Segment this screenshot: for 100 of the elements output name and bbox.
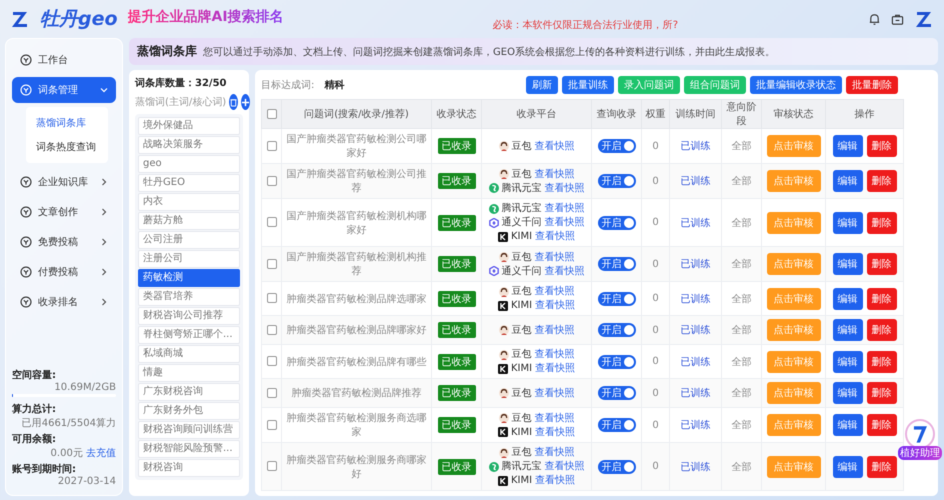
edit-button[interactable]: 编辑 xyxy=(832,170,862,192)
word-item[interactable]: 境外保健品 xyxy=(138,117,240,135)
briefcase-icon[interactable] xyxy=(891,12,904,26)
delete-button[interactable]: 删除 xyxy=(866,253,896,275)
word-item[interactable]: 蘑菇方舱 xyxy=(138,212,240,230)
word-item[interactable]: 情趣 xyxy=(138,364,240,382)
row-checkbox[interactable] xyxy=(266,258,276,269)
snapshot-link[interactable]: 查看快照 xyxy=(544,460,584,473)
add-button[interactable] xyxy=(241,94,250,110)
word-item[interactable]: 广东财税咨询 xyxy=(138,383,240,401)
delete-button[interactable]: 删除 xyxy=(866,456,896,478)
training-status: 已训练 xyxy=(680,218,710,228)
word-item[interactable]: 战略决策服务 xyxy=(138,136,240,154)
word-item[interactable]: geo xyxy=(138,155,240,173)
query-toggle[interactable]: 开启 xyxy=(598,216,636,230)
assistant-badge[interactable]: 植好助理 xyxy=(898,446,942,460)
delete-button[interactable]: 删除 xyxy=(866,319,896,341)
query-toggle[interactable]: 开启 xyxy=(598,292,636,306)
edit-button[interactable]: 编辑 xyxy=(832,382,862,404)
toolbar-button[interactable]: 批量编辑收录状态 xyxy=(750,76,842,94)
recharge-link[interactable]: 去充值 xyxy=(86,448,116,459)
snapshot-link[interactable]: 查看快照 xyxy=(544,202,584,215)
query-toggle[interactable]: 开启 xyxy=(598,174,636,188)
nav-item[interactable]: 词条管理 xyxy=(12,77,116,103)
snapshot-link[interactable]: 查看快照 xyxy=(535,299,576,312)
edit-button[interactable]: 编辑 xyxy=(832,288,862,310)
nav-item[interactable]: 文章创作 xyxy=(12,199,116,225)
row-checkbox[interactable] xyxy=(266,420,276,430)
submenu-item[interactable]: 蒸馏词条库 xyxy=(26,111,108,135)
submenu-item[interactable]: 词条热度查询 xyxy=(26,135,108,159)
snapshot-link[interactable]: 查看快照 xyxy=(534,348,574,361)
snapshot-link[interactable]: 查看快照 xyxy=(534,168,574,180)
edit-button[interactable]: 编辑 xyxy=(832,135,862,157)
query-toggle[interactable]: 开启 xyxy=(598,418,636,432)
word-item[interactable]: 类器官培养 xyxy=(138,288,240,306)
nav-item[interactable]: 免费投稿 xyxy=(12,229,116,255)
delete-button[interactable]: 删除 xyxy=(866,382,896,404)
delete-button[interactable] xyxy=(229,94,238,110)
snapshot-link[interactable]: 查看快照 xyxy=(534,446,574,459)
snapshot-link[interactable]: 查看快照 xyxy=(534,412,574,424)
row-checkbox[interactable] xyxy=(266,461,276,472)
word-item[interactable]: 公司注册 xyxy=(138,231,240,249)
query-toggle[interactable]: 开启 xyxy=(598,257,636,271)
delete-button[interactable]: 删除 xyxy=(866,135,896,157)
word-item[interactable]: 财税咨询公司推荐 xyxy=(138,307,240,325)
toolbar-button[interactable]: 批量训练 xyxy=(562,76,614,94)
word-item[interactable]: 脊柱侧弯矫正哪个... xyxy=(138,326,240,344)
row-checkbox[interactable] xyxy=(266,356,276,366)
nav-item[interactable]: 付费投稿 xyxy=(12,259,116,285)
word-item[interactable]: 财税咨询顾问训练营 xyxy=(138,421,240,439)
edit-button[interactable]: 编辑 xyxy=(832,456,862,478)
row-checkbox[interactable] xyxy=(266,293,276,304)
word-item[interactable]: 牡丹GEO xyxy=(138,174,240,192)
word-item[interactable]: 注册公司 xyxy=(138,250,240,268)
row-checkbox[interactable] xyxy=(266,388,276,398)
word-item[interactable]: 财税智能风险预警... xyxy=(138,440,240,458)
snapshot-link[interactable]: 查看快照 xyxy=(535,362,576,375)
snapshot-link[interactable]: 查看快照 xyxy=(544,264,584,278)
snapshot-link[interactable]: 查看快照 xyxy=(535,474,576,487)
delete-button[interactable]: 删除 xyxy=(866,414,896,436)
edit-button[interactable]: 编辑 xyxy=(832,350,862,372)
select-all-checkbox[interactable] xyxy=(266,108,276,119)
row-checkbox[interactable] xyxy=(266,217,276,228)
word-item[interactable]: 财税咨询 xyxy=(138,459,240,477)
snapshot-link[interactable]: 查看快照 xyxy=(534,386,574,400)
word-item[interactable]: 内衣 xyxy=(138,193,240,211)
word-item[interactable]: 私域商城 xyxy=(138,345,240,363)
delete-button[interactable]: 删除 xyxy=(866,350,896,372)
snapshot-link[interactable]: 查看快照 xyxy=(534,285,574,298)
nav-item[interactable]: 收录排名 xyxy=(12,289,116,315)
logo-icon[interactable] xyxy=(914,9,934,29)
edit-button[interactable]: 编辑 xyxy=(832,319,862,341)
snapshot-link[interactable]: 查看快照 xyxy=(535,426,576,438)
delete-button[interactable]: 删除 xyxy=(866,170,896,192)
query-toggle[interactable]: 开启 xyxy=(598,354,636,368)
delete-button[interactable]: 删除 xyxy=(866,288,896,310)
row-checkbox[interactable] xyxy=(266,140,276,151)
query-toggle[interactable]: 开启 xyxy=(598,323,636,337)
row-checkbox[interactable] xyxy=(266,324,276,335)
nav-item[interactable]: 企业知识库 xyxy=(12,169,116,195)
snapshot-link[interactable]: 查看快照 xyxy=(535,230,576,243)
edit-button[interactable]: 编辑 xyxy=(832,253,862,275)
word-item[interactable]: 药敏检测 xyxy=(138,269,240,287)
edit-button[interactable]: 编辑 xyxy=(832,414,862,436)
delete-button[interactable]: 删除 xyxy=(866,212,896,234)
snapshot-link[interactable]: 查看快照 xyxy=(534,140,574,152)
toolbar-button[interactable]: 刷新 xyxy=(526,76,558,94)
edit-button[interactable]: 编辑 xyxy=(832,212,862,234)
nav-item[interactable]: 工作台 xyxy=(12,47,116,73)
snapshot-link[interactable]: 查看快照 xyxy=(534,324,574,336)
query-toggle[interactable]: 开启 xyxy=(598,139,636,153)
snapshot-link[interactable]: 查看快照 xyxy=(544,182,584,194)
query-toggle[interactable]: 开启 xyxy=(598,386,636,400)
toolbar-button[interactable]: 批量删除 xyxy=(846,76,898,94)
word-item[interactable]: 广东财务外包 xyxy=(138,402,240,420)
row-checkbox[interactable] xyxy=(266,176,276,186)
snapshot-link[interactable]: 查看快照 xyxy=(534,250,574,264)
bell-icon[interactable] xyxy=(868,12,881,26)
snapshot-link[interactable]: 查看快照 xyxy=(544,216,584,229)
query-toggle[interactable]: 开启 xyxy=(598,460,636,474)
